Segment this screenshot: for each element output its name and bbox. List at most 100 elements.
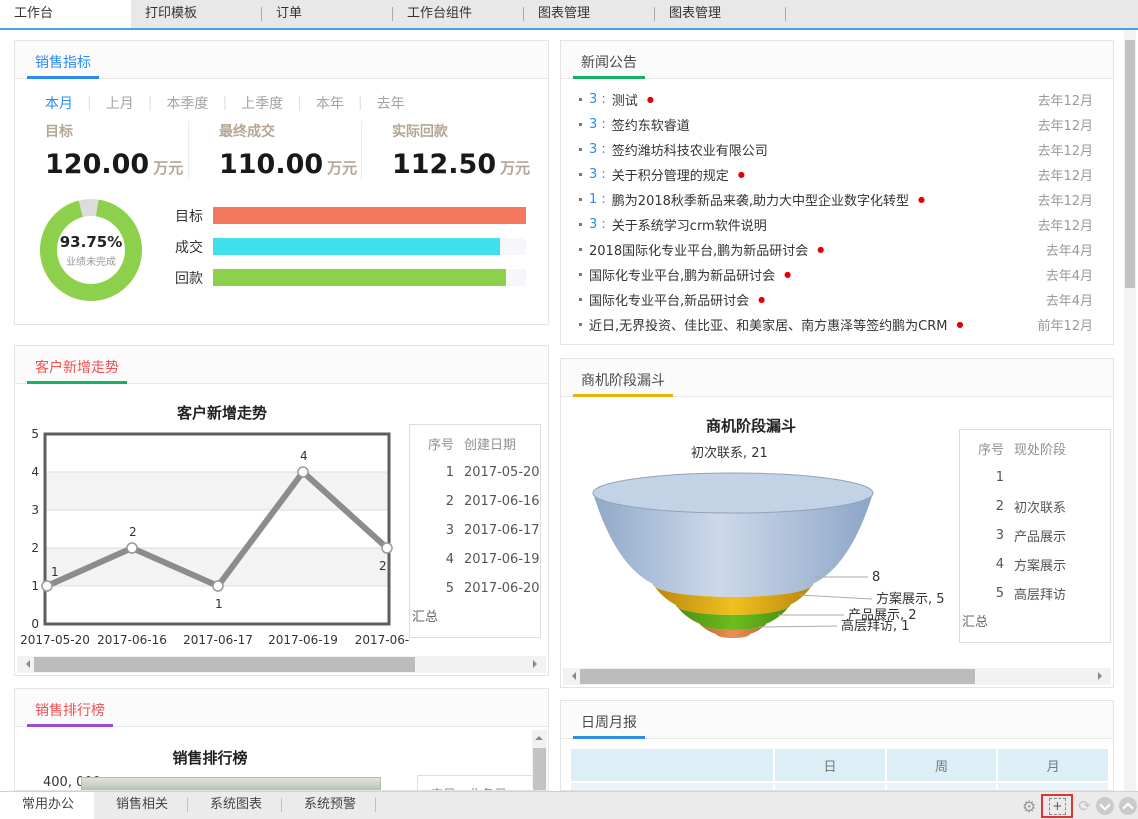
trend-horizontal-scrollbar[interactable] xyxy=(17,656,546,673)
tab-print-template[interactable]: 打印模板 xyxy=(131,0,262,28)
col-header-seq: 序号 xyxy=(968,439,1004,458)
gear-icon[interactable]: ⚙ xyxy=(1022,797,1036,816)
expand-chevron-up-icon[interactable] xyxy=(1119,797,1137,815)
news-item[interactable]: 3 :签约东软睿道去年12月 xyxy=(579,112,1093,137)
dashboard-content: 销售指标 本月| 上月| 本季度| 上季度| 本年| 去年 目标 120.00万… xyxy=(0,30,1138,791)
stat-deal-number: 110.00 xyxy=(219,149,323,180)
scroll-right-arrow-icon[interactable] xyxy=(530,656,546,673)
news-link[interactable]: 鹏为2018秋季新品来袭,助力大中型企业数字化转型 xyxy=(612,190,909,209)
kpi-bar-deal-track xyxy=(213,238,526,255)
add-widget-icon[interactable]: + xyxy=(1049,798,1066,815)
news-item[interactable]: 1 :鹏为2018秋季新品来袭,助力大中型企业数字化转型●去年12月 xyxy=(579,187,1093,212)
page-vertical-scrollbar[interactable] xyxy=(1124,30,1136,791)
period-last-quarter[interactable]: 上季度 xyxy=(241,93,283,113)
cell-seq: 4 xyxy=(418,552,454,567)
bottom-tab-system-alerts[interactable]: 系统预警 xyxy=(282,792,376,819)
period-this-quarter[interactable]: 本季度 xyxy=(166,93,208,113)
unread-dot-icon: ● xyxy=(784,270,791,279)
table-row: 3产品展示 xyxy=(968,521,1110,550)
bullet-icon xyxy=(579,298,582,301)
point-label: 1 xyxy=(215,597,223,611)
news-link[interactable]: 关于系统学习crm软件说明 xyxy=(612,215,767,234)
news-date: 去年4月 xyxy=(1046,240,1093,259)
news-link[interactable]: 签约东软睿道 xyxy=(612,115,690,134)
news-item[interactable]: 近日,无界投资、佳比亚、和美家居、南方惠泽等签约鹏为CRM●前年12月 xyxy=(579,312,1093,337)
bullet-icon xyxy=(579,148,582,151)
col-header-stage: 现处阶段 xyxy=(1014,439,1066,458)
panel-customer-trend: 客户新增走势 客户新增走势 0 1 2 3 4 5 1 2 1 4 xyxy=(14,345,549,676)
table-row: 42017-06-19 xyxy=(418,545,540,574)
bottom-tab-system-charts[interactable]: 系统图表 xyxy=(188,792,282,819)
scrollbar-thumb[interactable] xyxy=(34,657,415,672)
data-point xyxy=(213,581,223,591)
kpi-stats-row: 目标 120.00万元 最终成交 110.00万元 实际回款 112.50万元 xyxy=(15,121,534,180)
news-item[interactable]: 3 :关于系统学习crm软件说明去年12月 xyxy=(579,212,1093,237)
scrollbar-thumb[interactable] xyxy=(533,748,546,791)
rank-chart-title: 销售排行榜 xyxy=(15,747,405,768)
xtick: 2017-05-20 xyxy=(20,633,90,647)
scroll-up-arrow-icon[interactable] xyxy=(535,732,543,740)
news-item[interactable]: 3 :签约潍坊科技农业有限公司去年12月 xyxy=(579,137,1093,162)
news-link[interactable]: 签约潍坊科技农业有限公司 xyxy=(612,140,768,159)
table-row: 5高层拜访 xyxy=(968,579,1110,608)
tab-chart-management-2[interactable]: 图表管理 xyxy=(655,0,786,28)
news-link[interactable]: 国际化专业平台,新品研讨会 xyxy=(589,290,749,309)
period-last-month[interactable]: 上月 xyxy=(106,93,134,113)
scrollbar-thumb[interactable] xyxy=(580,669,975,684)
kpi-bar-payment-track xyxy=(213,269,526,286)
period-this-month[interactable]: 本月 xyxy=(45,93,73,113)
table-footer: 汇总 xyxy=(960,608,1110,637)
scroll-left-arrow-icon[interactable] xyxy=(17,656,33,673)
report-row-label: 写· xyxy=(571,783,773,791)
stat-deal-label: 最终成交 xyxy=(219,121,361,141)
scroll-left-arrow-icon[interactable] xyxy=(563,668,579,685)
funnel-horizontal-scrollbar[interactable] xyxy=(563,668,1111,685)
col-header-seq: 序号 xyxy=(418,434,454,453)
tab-chart-management-1[interactable]: 图表管理 xyxy=(524,0,655,28)
period-separator: | xyxy=(148,95,153,111)
news-link[interactable]: 测试 xyxy=(612,90,638,109)
tab-orders[interactable]: 订单 xyxy=(262,0,393,28)
news-item[interactable]: 国际化专业平台,新品研讨会●去年4月 xyxy=(579,287,1093,312)
news-link[interactable]: 关于积分管理的规定 xyxy=(612,165,729,184)
news-item[interactable]: 3 :关于积分管理的规定●去年12月 xyxy=(579,162,1093,187)
ytick: 4 xyxy=(31,465,39,479)
panel-report: 日周月报 日 周 月 写· ✎ ✎ ✎ xyxy=(560,700,1114,791)
news-link[interactable]: 2018国际化专业平台,鹏为新品研讨会 xyxy=(589,240,808,259)
kpi-bar-chart: 目标 成交 回款 xyxy=(163,207,526,300)
rank-vertical-scrollbar[interactable] xyxy=(532,730,547,788)
news-item[interactable]: 3 :测试●去年12月 xyxy=(579,87,1093,112)
period-separator: | xyxy=(297,95,302,111)
refresh-icon[interactable]: ⟳ xyxy=(1078,797,1091,815)
news-item[interactable]: 2018国际化专业平台,鹏为新品研讨会●去年4月 xyxy=(579,237,1093,262)
news-link[interactable]: 近日,无界投资、佳比亚、和美家居、南方惠泽等签约鹏为CRM xyxy=(589,315,947,334)
funnel-top-label: 初次联系, 21 xyxy=(691,445,768,461)
funnel-chart-title: 商机阶段漏斗 xyxy=(706,417,796,435)
period-last-year[interactable]: 去年 xyxy=(377,93,405,113)
bullet-icon xyxy=(579,123,582,126)
panel-funnel-header: 商机阶段漏斗 xyxy=(561,359,1113,397)
period-separator: | xyxy=(222,95,227,111)
unread-dot-icon: ● xyxy=(918,195,925,204)
panel-sales-rank-title: 销售排行榜 xyxy=(35,700,105,720)
panel-report-underline xyxy=(573,736,645,739)
kpi-bar-target-label: 目标 xyxy=(163,206,203,226)
stat-deal: 最终成交 110.00万元 xyxy=(188,121,361,180)
cell-seq: 4 xyxy=(968,557,1004,572)
scrollbar-thumb[interactable] xyxy=(1125,40,1135,288)
panel-sales-rank-header: 销售排行榜 xyxy=(15,689,548,727)
collapse-chevron-down-icon[interactable] xyxy=(1096,797,1114,815)
xtick: 2017-06-16 xyxy=(97,633,167,647)
period-this-year[interactable]: 本年 xyxy=(316,93,344,113)
scroll-right-arrow-icon[interactable] xyxy=(1095,668,1111,685)
tab-workbench-widgets[interactable]: 工作台组件 xyxy=(393,0,524,28)
bottom-tab-sales-related[interactable]: 销售相关 xyxy=(94,792,188,819)
tab-workbench[interactable]: 工作台 xyxy=(0,0,131,28)
news-item[interactable]: 国际化专业平台,鹏为新品研讨会●去年4月 xyxy=(579,262,1093,287)
cell-date: 2017-06-17 xyxy=(464,523,540,538)
news-link[interactable]: 国际化专业平台,鹏为新品研讨会 xyxy=(589,265,775,284)
kpi-bar-payment: 回款 xyxy=(163,269,526,286)
report-col-day: 日 xyxy=(775,749,885,781)
bullet-icon xyxy=(579,198,582,201)
bottom-tab-common-office[interactable]: 常用办公 xyxy=(0,792,94,819)
